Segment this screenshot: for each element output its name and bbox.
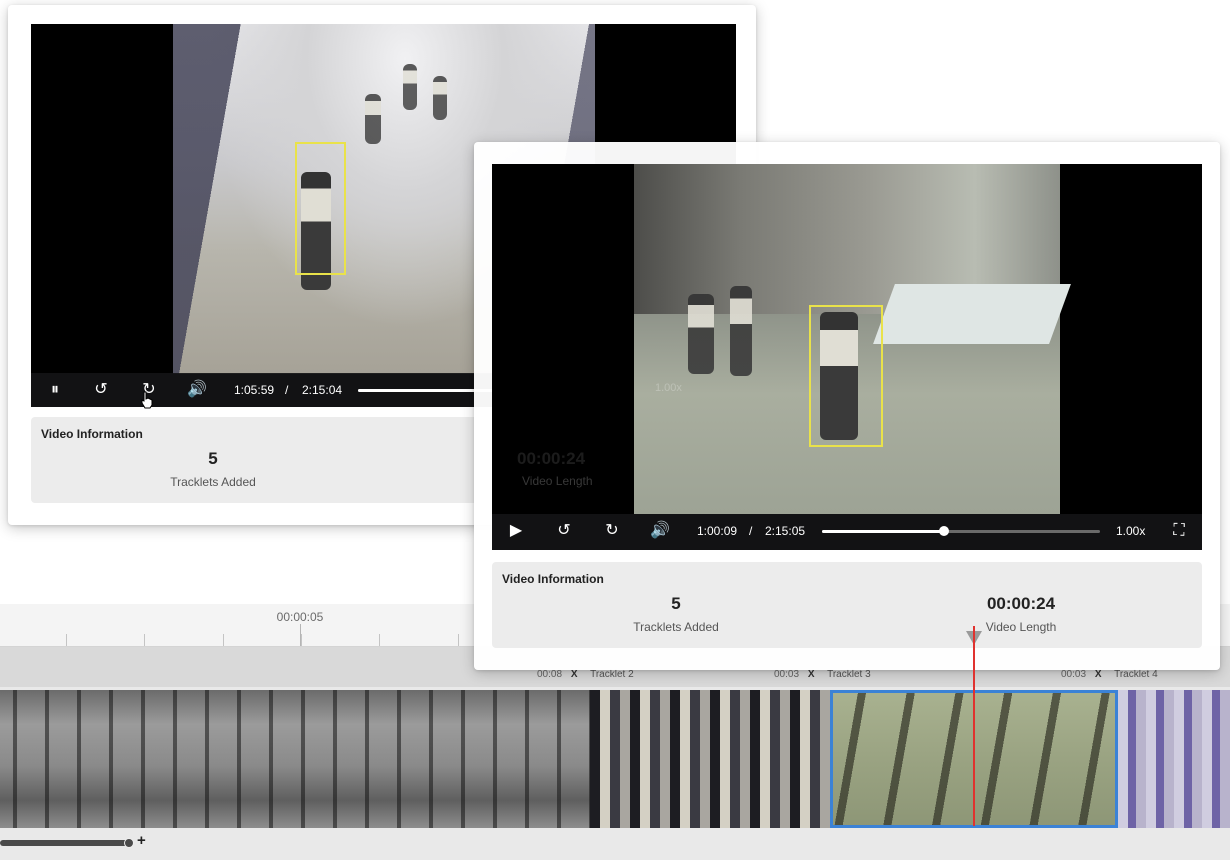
zoom-slider-track[interactable] <box>0 840 128 846</box>
sunlight-patch <box>873 284 1071 344</box>
bounding-box[interactable] <box>295 142 346 275</box>
video-length-value: 00:00:24 <box>986 594 1056 613</box>
segment-duration: 00:03 <box>1061 669 1087 680</box>
bounding-box[interactable] <box>809 305 883 447</box>
segment-label-tracklet-4: 00:03 X Tracklet 4 <box>1061 669 1158 680</box>
tracklet-clip-1[interactable] <box>0 690 590 828</box>
rewind-icon[interactable]: ↺ <box>553 514 575 548</box>
segment-name: Tracklet 4 <box>1114 669 1158 680</box>
info-title: Video Information <box>41 427 143 441</box>
current-time: 1:00:09 <box>697 524 738 538</box>
background-person <box>365 94 381 144</box>
tracklets-label: Tracklets Added <box>170 475 256 489</box>
video-frame <box>634 164 1071 514</box>
pause-icon[interactable]: ⏸ <box>44 373 66 407</box>
tracklets-label: Tracklets Added <box>633 620 719 634</box>
zoom-in-icon[interactable]: + <box>137 832 146 849</box>
ruler-tick <box>66 634 67 646</box>
video-player-2[interactable]: ▶ ↺ ↻ 🔊 1:00:09 / 2:15:05 1.00x ⛶ <box>492 164 1202 550</box>
volume-icon[interactable]: 🔊 <box>649 514 671 548</box>
play-icon[interactable]: ▶ <box>505 514 527 548</box>
playback-speed[interactable]: 1.00x <box>1116 514 1145 548</box>
seek-bar[interactable] <box>822 526 1100 536</box>
segment-name: Tracklet 3 <box>827 669 871 680</box>
video-length-label: Video Length <box>985 620 1057 634</box>
background-person <box>688 294 714 374</box>
segment-duration: 00:08 <box>537 669 563 680</box>
playhead-line[interactable] <box>973 626 975 826</box>
time-separator: / <box>285 383 289 397</box>
ruler-tick <box>223 634 224 646</box>
tracklet-clip-4[interactable] <box>1118 690 1230 828</box>
background-person <box>403 64 417 110</box>
hand-cursor-icon <box>141 391 153 409</box>
duration: 2:15:05 <box>765 524 806 538</box>
tracklets-count: 5 <box>671 594 681 613</box>
zoom-slider-handle[interactable] <box>124 838 134 848</box>
remove-segment-icon[interactable]: X <box>1095 669 1102 680</box>
tracklets-count: 5 <box>208 449 218 468</box>
segment-label-tracklet-3: 00:03 X Tracklet 3 <box>774 669 871 680</box>
seek-handle[interactable] <box>939 526 949 536</box>
remove-segment-icon[interactable]: X <box>571 669 578 680</box>
forward-icon[interactable]: ↻ <box>601 514 623 548</box>
ruler-tick <box>144 634 145 646</box>
info-title: Video Information <box>502 572 604 586</box>
ruler-tick <box>301 634 302 646</box>
video-length-label-underlay: Video Length <box>522 474 593 488</box>
playback-speed-underlay: 1.00x <box>655 382 682 394</box>
rewind-icon[interactable]: ↺ <box>90 373 112 407</box>
video-card-2: ▶ ↺ ↻ 🔊 1:00:09 / 2:15:05 1.00x ⛶ Video … <box>474 142 1220 670</box>
segment-label-tracklet-2: 00:08 X Tracklet 2 <box>537 669 634 680</box>
fullscreen-icon[interactable]: ⛶ <box>1168 514 1190 548</box>
duration: 2:15:04 <box>302 383 343 397</box>
time-separator: / <box>749 524 753 538</box>
seek-progress <box>822 530 944 533</box>
segment-name: Tracklet 2 <box>590 669 634 680</box>
video-length-value-underlay: 00:00:24 <box>517 449 586 468</box>
volume-icon[interactable]: 🔊 <box>186 373 208 407</box>
background-person <box>433 76 447 120</box>
ruler-label: 00:00:05 <box>276 610 324 624</box>
segment-duration: 00:03 <box>774 669 800 680</box>
remove-segment-icon[interactable]: X <box>808 669 815 680</box>
ruler-tick <box>458 634 459 646</box>
player-controls: ▶ ↺ ↻ 🔊 1:00:09 / 2:15:05 1.00x ⛶ <box>492 514 1202 550</box>
filmstrip <box>0 690 1230 828</box>
video-info-panel: Video Information 5 Tracklets Added 00:0… <box>492 562 1202 648</box>
ruler-major-tick <box>300 624 301 646</box>
background-person <box>730 286 752 376</box>
ruler-tick <box>379 634 380 646</box>
current-time: 1:05:59 <box>234 383 275 397</box>
tracklet-clip-2[interactable] <box>590 690 830 828</box>
